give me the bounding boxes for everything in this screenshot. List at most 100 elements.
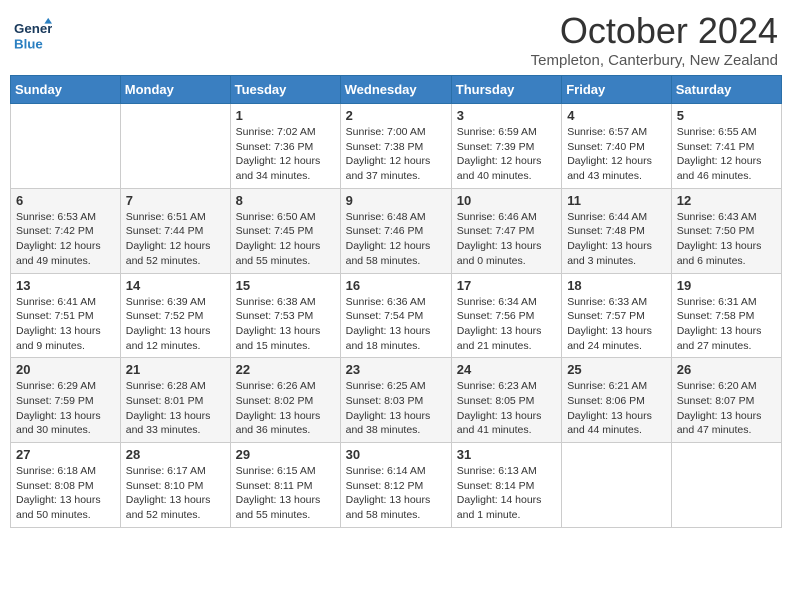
day-cell: [671, 443, 781, 528]
day-info: Sunrise: 6:59 AM Sunset: 7:39 PM Dayligh…: [457, 125, 556, 184]
day-info: Sunrise: 6:23 AM Sunset: 8:05 PM Dayligh…: [457, 379, 556, 438]
day-cell: 10 Sunrise: 6:46 AM Sunset: 7:47 PM Dayli…: [451, 188, 561, 273]
day-number: 4: [567, 108, 666, 123]
day-info: Sunrise: 7:02 AM Sunset: 7:36 PM Dayligh…: [236, 125, 335, 184]
day-cell: [562, 443, 672, 528]
header: General Blue October 2024 Templeton, Can…: [10, 10, 782, 69]
day-number: 14: [126, 278, 225, 293]
day-info: Sunrise: 6:57 AM Sunset: 7:40 PM Dayligh…: [567, 125, 666, 184]
day-info: Sunrise: 6:34 AM Sunset: 7:56 PM Dayligh…: [457, 295, 556, 354]
day-number: 18: [567, 278, 666, 293]
day-number: 13: [16, 278, 115, 293]
day-info: Sunrise: 6:21 AM Sunset: 8:06 PM Dayligh…: [567, 379, 666, 438]
day-cell: 4 Sunrise: 6:57 AM Sunset: 7:40 PM Daylig…: [562, 104, 672, 189]
day-number: 11: [567, 193, 666, 208]
day-number: 24: [457, 362, 556, 377]
day-cell: 12 Sunrise: 6:43 AM Sunset: 7:50 PM Dayli…: [671, 188, 781, 273]
day-cell: 9Sunrise: 6:48 AM Sunset: 7:46 PM Daylig…: [340, 188, 451, 273]
day-info: Sunrise: 6:20 AM Sunset: 8:07 PM Dayligh…: [677, 379, 776, 438]
day-cell: [120, 104, 230, 189]
day-info: Sunrise: 6:26 AM Sunset: 8:02 PM Dayligh…: [236, 379, 335, 438]
day-number: 12: [677, 193, 776, 208]
day-info: Sunrise: 6:39 AM Sunset: 7:52 PM Dayligh…: [126, 295, 225, 354]
header-cell-thursday: Thursday: [451, 76, 561, 104]
day-info: Sunrise: 6:51 AM Sunset: 7:44 PM Dayligh…: [126, 210, 225, 269]
day-cell: 1 Sunrise: 7:02 AM Sunset: 7:36 PM Daylig…: [230, 104, 340, 189]
day-info: Sunrise: 6:36 AM Sunset: 7:54 PM Dayligh…: [346, 295, 446, 354]
header-cell-saturday: Saturday: [671, 76, 781, 104]
day-info: Sunrise: 6:29 AM Sunset: 7:59 PM Dayligh…: [16, 379, 115, 438]
week-row-4: 20Sunrise: 6:29 AM Sunset: 7:59 PM Dayli…: [11, 358, 782, 443]
day-number: 2: [346, 108, 446, 123]
day-number: 6: [16, 193, 115, 208]
day-cell: 13 Sunrise: 6:41 AM Sunset: 7:51 PM Dayli…: [11, 273, 121, 358]
header-cell-tuesday: Tuesday: [230, 76, 340, 104]
day-cell: 31 Sunrise: 6:13 AM Sunset: 8:14 PM Dayli…: [451, 443, 561, 528]
day-info: Sunrise: 6:28 AM Sunset: 8:01 PM Dayligh…: [126, 379, 225, 438]
location: Templeton, Canterbury, New Zealand: [531, 52, 778, 69]
day-number: 16: [346, 278, 446, 293]
day-number: 22: [236, 362, 335, 377]
day-cell: 19 Sunrise: 6:31 AM Sunset: 7:58 PM Dayli…: [671, 273, 781, 358]
day-number: 21: [126, 362, 225, 377]
day-info: Sunrise: 6:17 AM Sunset: 8:10 PM Dayligh…: [126, 464, 225, 523]
day-cell: 18 Sunrise: 6:33 AM Sunset: 7:57 PM Dayli…: [562, 273, 672, 358]
day-cell: 21 Sunrise: 6:28 AM Sunset: 8:01 PM Dayli…: [120, 358, 230, 443]
day-cell: 22 Sunrise: 6:26 AM Sunset: 8:02 PM Dayli…: [230, 358, 340, 443]
logo: General Blue: [14, 16, 54, 54]
day-info: Sunrise: 6:33 AM Sunset: 7:57 PM Dayligh…: [567, 295, 666, 354]
header-row: SundayMondayTuesdayWednesdayThursdayFrid…: [11, 76, 782, 104]
logo-icon: General Blue: [14, 16, 52, 54]
day-info: Sunrise: 7:00 AM Sunset: 7:38 PM Dayligh…: [346, 125, 446, 184]
day-number: 9: [346, 193, 446, 208]
week-row-1: 1 Sunrise: 7:02 AM Sunset: 7:36 PM Daylig…: [11, 104, 782, 189]
day-number: 5: [677, 108, 776, 123]
day-info: Sunrise: 6:14 AM Sunset: 8:12 PM Dayligh…: [346, 464, 446, 523]
day-cell: 15 Sunrise: 6:38 AM Sunset: 7:53 PM Dayli…: [230, 273, 340, 358]
day-cell: 20Sunrise: 6:29 AM Sunset: 7:59 PM Dayli…: [11, 358, 121, 443]
day-info: Sunrise: 6:41 AM Sunset: 7:51 PM Dayligh…: [16, 295, 115, 354]
day-cell: 25Sunrise: 6:21 AM Sunset: 8:06 PM Dayli…: [562, 358, 672, 443]
day-number: 29: [236, 447, 335, 462]
day-cell: 27Sunrise: 6:18 AM Sunset: 8:08 PM Dayli…: [11, 443, 121, 528]
day-number: 28: [126, 447, 225, 462]
day-cell: 17 Sunrise: 6:34 AM Sunset: 7:56 PM Dayli…: [451, 273, 561, 358]
day-info: Sunrise: 6:46 AM Sunset: 7:47 PM Dayligh…: [457, 210, 556, 269]
day-cell: [11, 104, 121, 189]
svg-text:Blue: Blue: [14, 36, 43, 51]
day-info: Sunrise: 6:43 AM Sunset: 7:50 PM Dayligh…: [677, 210, 776, 269]
day-cell: 14 Sunrise: 6:39 AM Sunset: 7:52 PM Dayli…: [120, 273, 230, 358]
day-info: Sunrise: 6:50 AM Sunset: 7:45 PM Dayligh…: [236, 210, 335, 269]
day-info: Sunrise: 6:31 AM Sunset: 7:58 PM Dayligh…: [677, 295, 776, 354]
day-number: 8: [236, 193, 335, 208]
header-cell-wednesday: Wednesday: [340, 76, 451, 104]
week-row-5: 27Sunrise: 6:18 AM Sunset: 8:08 PM Dayli…: [11, 443, 782, 528]
day-info: Sunrise: 6:44 AM Sunset: 7:48 PM Dayligh…: [567, 210, 666, 269]
day-number: 1: [236, 108, 335, 123]
title-area: October 2024 Templeton, Canterbury, New …: [531, 10, 778, 69]
day-cell: 24 Sunrise: 6:23 AM Sunset: 8:05 PM Dayli…: [451, 358, 561, 443]
day-cell: 28 Sunrise: 6:17 AM Sunset: 8:10 PM Dayli…: [120, 443, 230, 528]
day-number: 15: [236, 278, 335, 293]
day-info: Sunrise: 6:13 AM Sunset: 8:14 PM Dayligh…: [457, 464, 556, 523]
day-cell: 6 Sunrise: 6:53 AM Sunset: 7:42 PM Daylig…: [11, 188, 121, 273]
header-cell-friday: Friday: [562, 76, 672, 104]
day-info: Sunrise: 6:38 AM Sunset: 7:53 PM Dayligh…: [236, 295, 335, 354]
day-info: Sunrise: 6:53 AM Sunset: 7:42 PM Dayligh…: [16, 210, 115, 269]
day-number: 27: [16, 447, 115, 462]
day-cell: 7 Sunrise: 6:51 AM Sunset: 7:44 PM Daylig…: [120, 188, 230, 273]
day-number: 7: [126, 193, 225, 208]
header-cell-monday: Monday: [120, 76, 230, 104]
day-number: 31: [457, 447, 556, 462]
day-cell: 3Sunrise: 6:59 AM Sunset: 7:39 PM Daylig…: [451, 104, 561, 189]
day-number: 23: [346, 362, 446, 377]
day-number: 30: [346, 447, 446, 462]
day-cell: 26Sunrise: 6:20 AM Sunset: 8:07 PM Dayli…: [671, 358, 781, 443]
day-number: 10: [457, 193, 556, 208]
day-number: 17: [457, 278, 556, 293]
day-info: Sunrise: 6:25 AM Sunset: 8:03 PM Dayligh…: [346, 379, 446, 438]
day-cell: 5Sunrise: 6:55 AM Sunset: 7:41 PM Daylig…: [671, 104, 781, 189]
header-cell-sunday: Sunday: [11, 76, 121, 104]
day-number: 19: [677, 278, 776, 293]
week-row-3: 13 Sunrise: 6:41 AM Sunset: 7:51 PM Dayli…: [11, 273, 782, 358]
